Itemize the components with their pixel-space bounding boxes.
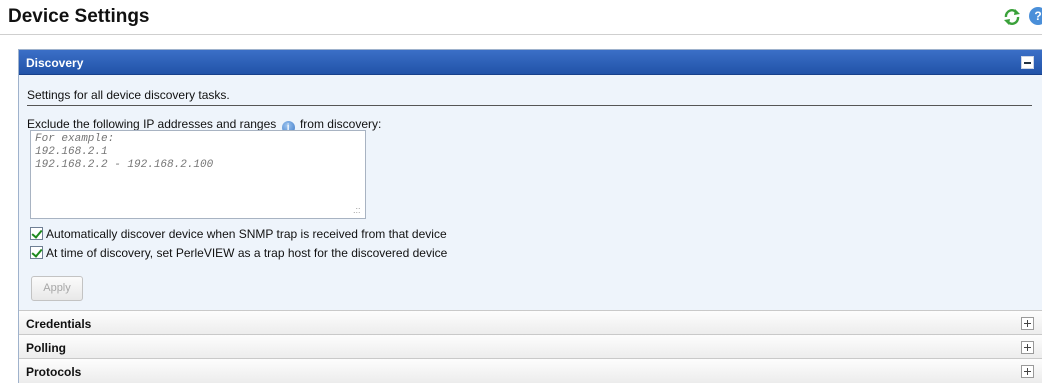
collapse-icon[interactable] <box>1021 56 1034 69</box>
trap-host-checkbox-label: At time of discovery, set PerleVIEW as a… <box>46 246 448 260</box>
apply-button[interactable]: Apply <box>31 276 83 301</box>
expand-icon[interactable] <box>1021 341 1034 354</box>
polling-section-title: Polling <box>26 341 66 355</box>
page-header: Device Settings ? <box>0 0 1042 35</box>
help-icon[interactable]: ? <box>1029 7 1042 25</box>
resize-grip-icon[interactable]: .:: <box>353 206 363 216</box>
discovery-section-header[interactable]: Discovery <box>19 50 1042 75</box>
expand-icon[interactable] <box>1021 365 1034 378</box>
section-divider <box>27 105 1032 106</box>
protocols-section-title: Protocols <box>26 365 82 379</box>
credentials-section-title: Credentials <box>26 317 92 331</box>
exclude-label-text: Exclude the following IP addresses and r… <box>27 117 277 131</box>
protocols-section-header[interactable]: Protocols <box>19 358 1042 383</box>
snmp-trap-discovery-option[interactable]: Automatically discover device when SNMP … <box>30 227 447 241</box>
page-title: Device Settings <box>8 6 150 27</box>
snmp-trap-checkbox-label: Automatically discover device when SNMP … <box>46 227 447 241</box>
polling-section-header[interactable]: Polling <box>19 334 1042 359</box>
discovery-section-body: Settings for all device discovery tasks.… <box>19 75 1042 310</box>
trap-host-option[interactable]: At time of discovery, set PerleVIEW as a… <box>30 246 447 260</box>
credentials-section-header[interactable]: Credentials <box>19 310 1042 335</box>
snmp-trap-checkbox[interactable] <box>30 227 43 240</box>
exclude-label-suffix: from discovery: <box>299 117 382 131</box>
exclude-ip-textarea[interactable] <box>30 130 366 219</box>
discovery-section-title: Discovery <box>26 56 84 70</box>
refresh-icon[interactable] <box>1003 8 1021 26</box>
expand-icon[interactable] <box>1021 317 1034 330</box>
trap-host-checkbox[interactable] <box>30 246 43 259</box>
settings-accordion: Discovery Settings for all device discov… <box>18 49 1042 383</box>
discovery-description: Settings for all device discovery tasks. <box>27 88 230 102</box>
